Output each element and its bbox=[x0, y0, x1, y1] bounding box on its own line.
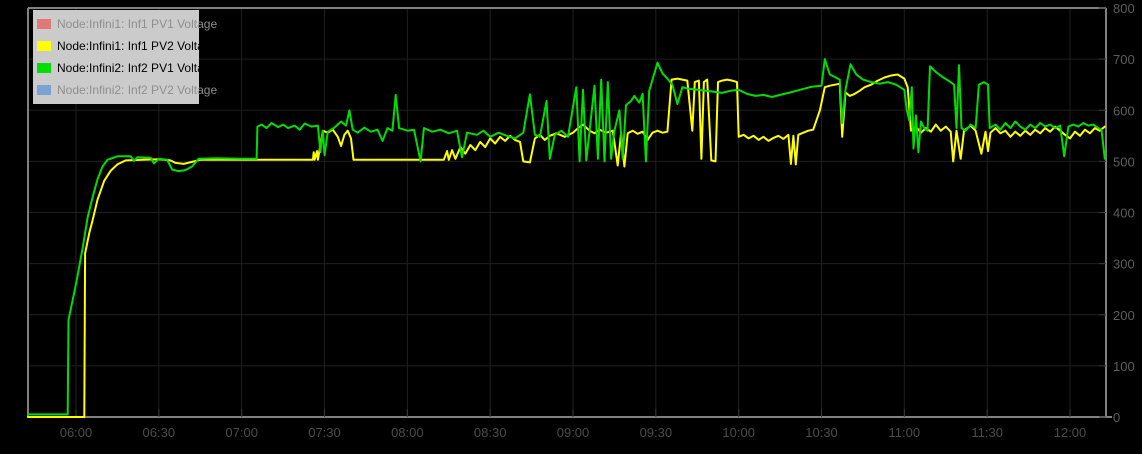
x-tick-label: 12:00 bbox=[1054, 425, 1087, 440]
x-tick-label: 08:00 bbox=[391, 425, 424, 440]
series-color-swatch bbox=[37, 63, 51, 73]
x-tick-label: 07:00 bbox=[225, 425, 258, 440]
legend-item-label: Node:Infini2: Inf2 PV2 Voltage bbox=[57, 83, 218, 97]
x-tick-label: 10:30 bbox=[805, 425, 838, 440]
legend-item-inf1-pv1[interactable]: Node:Infini1: Inf1 PV1 Voltage bbox=[37, 13, 217, 35]
y-tick-label: 600 bbox=[1113, 103, 1135, 118]
legend-item-inf2-pv1[interactable]: Node:Infini2: Inf2 PV1 Voltage bbox=[37, 57, 217, 79]
x-tick-label: 06:00 bbox=[60, 425, 93, 440]
y-tick-label: 100 bbox=[1113, 359, 1135, 374]
x-tick-label: 09:00 bbox=[557, 425, 590, 440]
y-tick-label: 200 bbox=[1113, 308, 1135, 323]
y-tick-label: 700 bbox=[1113, 52, 1135, 67]
y-tick-label: 300 bbox=[1113, 257, 1135, 272]
legend-item-label: Node:Infini1: Inf1 PV2 Voltage bbox=[57, 39, 218, 53]
voltage-chart-window: 06:00 06:30 07:00 07:30 08:00 08:30 09:00 09:30… bbox=[0, 0, 1142, 454]
x-tick-label: 07:30 bbox=[308, 425, 341, 440]
series-color-swatch bbox=[37, 41, 51, 51]
x-tick-label: 06:30 bbox=[143, 425, 176, 440]
x-tick-label: 08:30 bbox=[474, 425, 507, 440]
legend-item-inf1-pv2[interactable]: Node:Infini1: Inf1 PV2 Voltage bbox=[37, 35, 217, 57]
x-tick-label: 10:00 bbox=[722, 425, 755, 440]
series-color-swatch bbox=[37, 19, 51, 29]
legend-item-label: Node:Infini2: Inf2 PV1 Voltage bbox=[57, 61, 218, 75]
x-tick-label: 11:30 bbox=[971, 425, 1003, 440]
chart-legend: Node:Infini1: Inf1 PV1 Voltage Node:Infi… bbox=[33, 10, 217, 104]
y-tick-label: 400 bbox=[1113, 206, 1135, 221]
y-tick-label: 800 bbox=[1113, 1, 1135, 16]
legend-item-inf2-pv2[interactable]: Node:Infini2: Inf2 PV2 Voltage bbox=[37, 79, 217, 101]
x-tick-label: 11:00 bbox=[889, 425, 921, 440]
y-tick-label: 0 bbox=[1113, 410, 1120, 425]
y-tick-label: 500 bbox=[1113, 154, 1135, 169]
legend-item-label: Node:Infini1: Inf1 PV1 Voltage bbox=[57, 17, 218, 31]
x-tick-label: 09:30 bbox=[640, 425, 673, 440]
series-line bbox=[27, 58, 1106, 416]
series-color-swatch bbox=[37, 85, 51, 95]
